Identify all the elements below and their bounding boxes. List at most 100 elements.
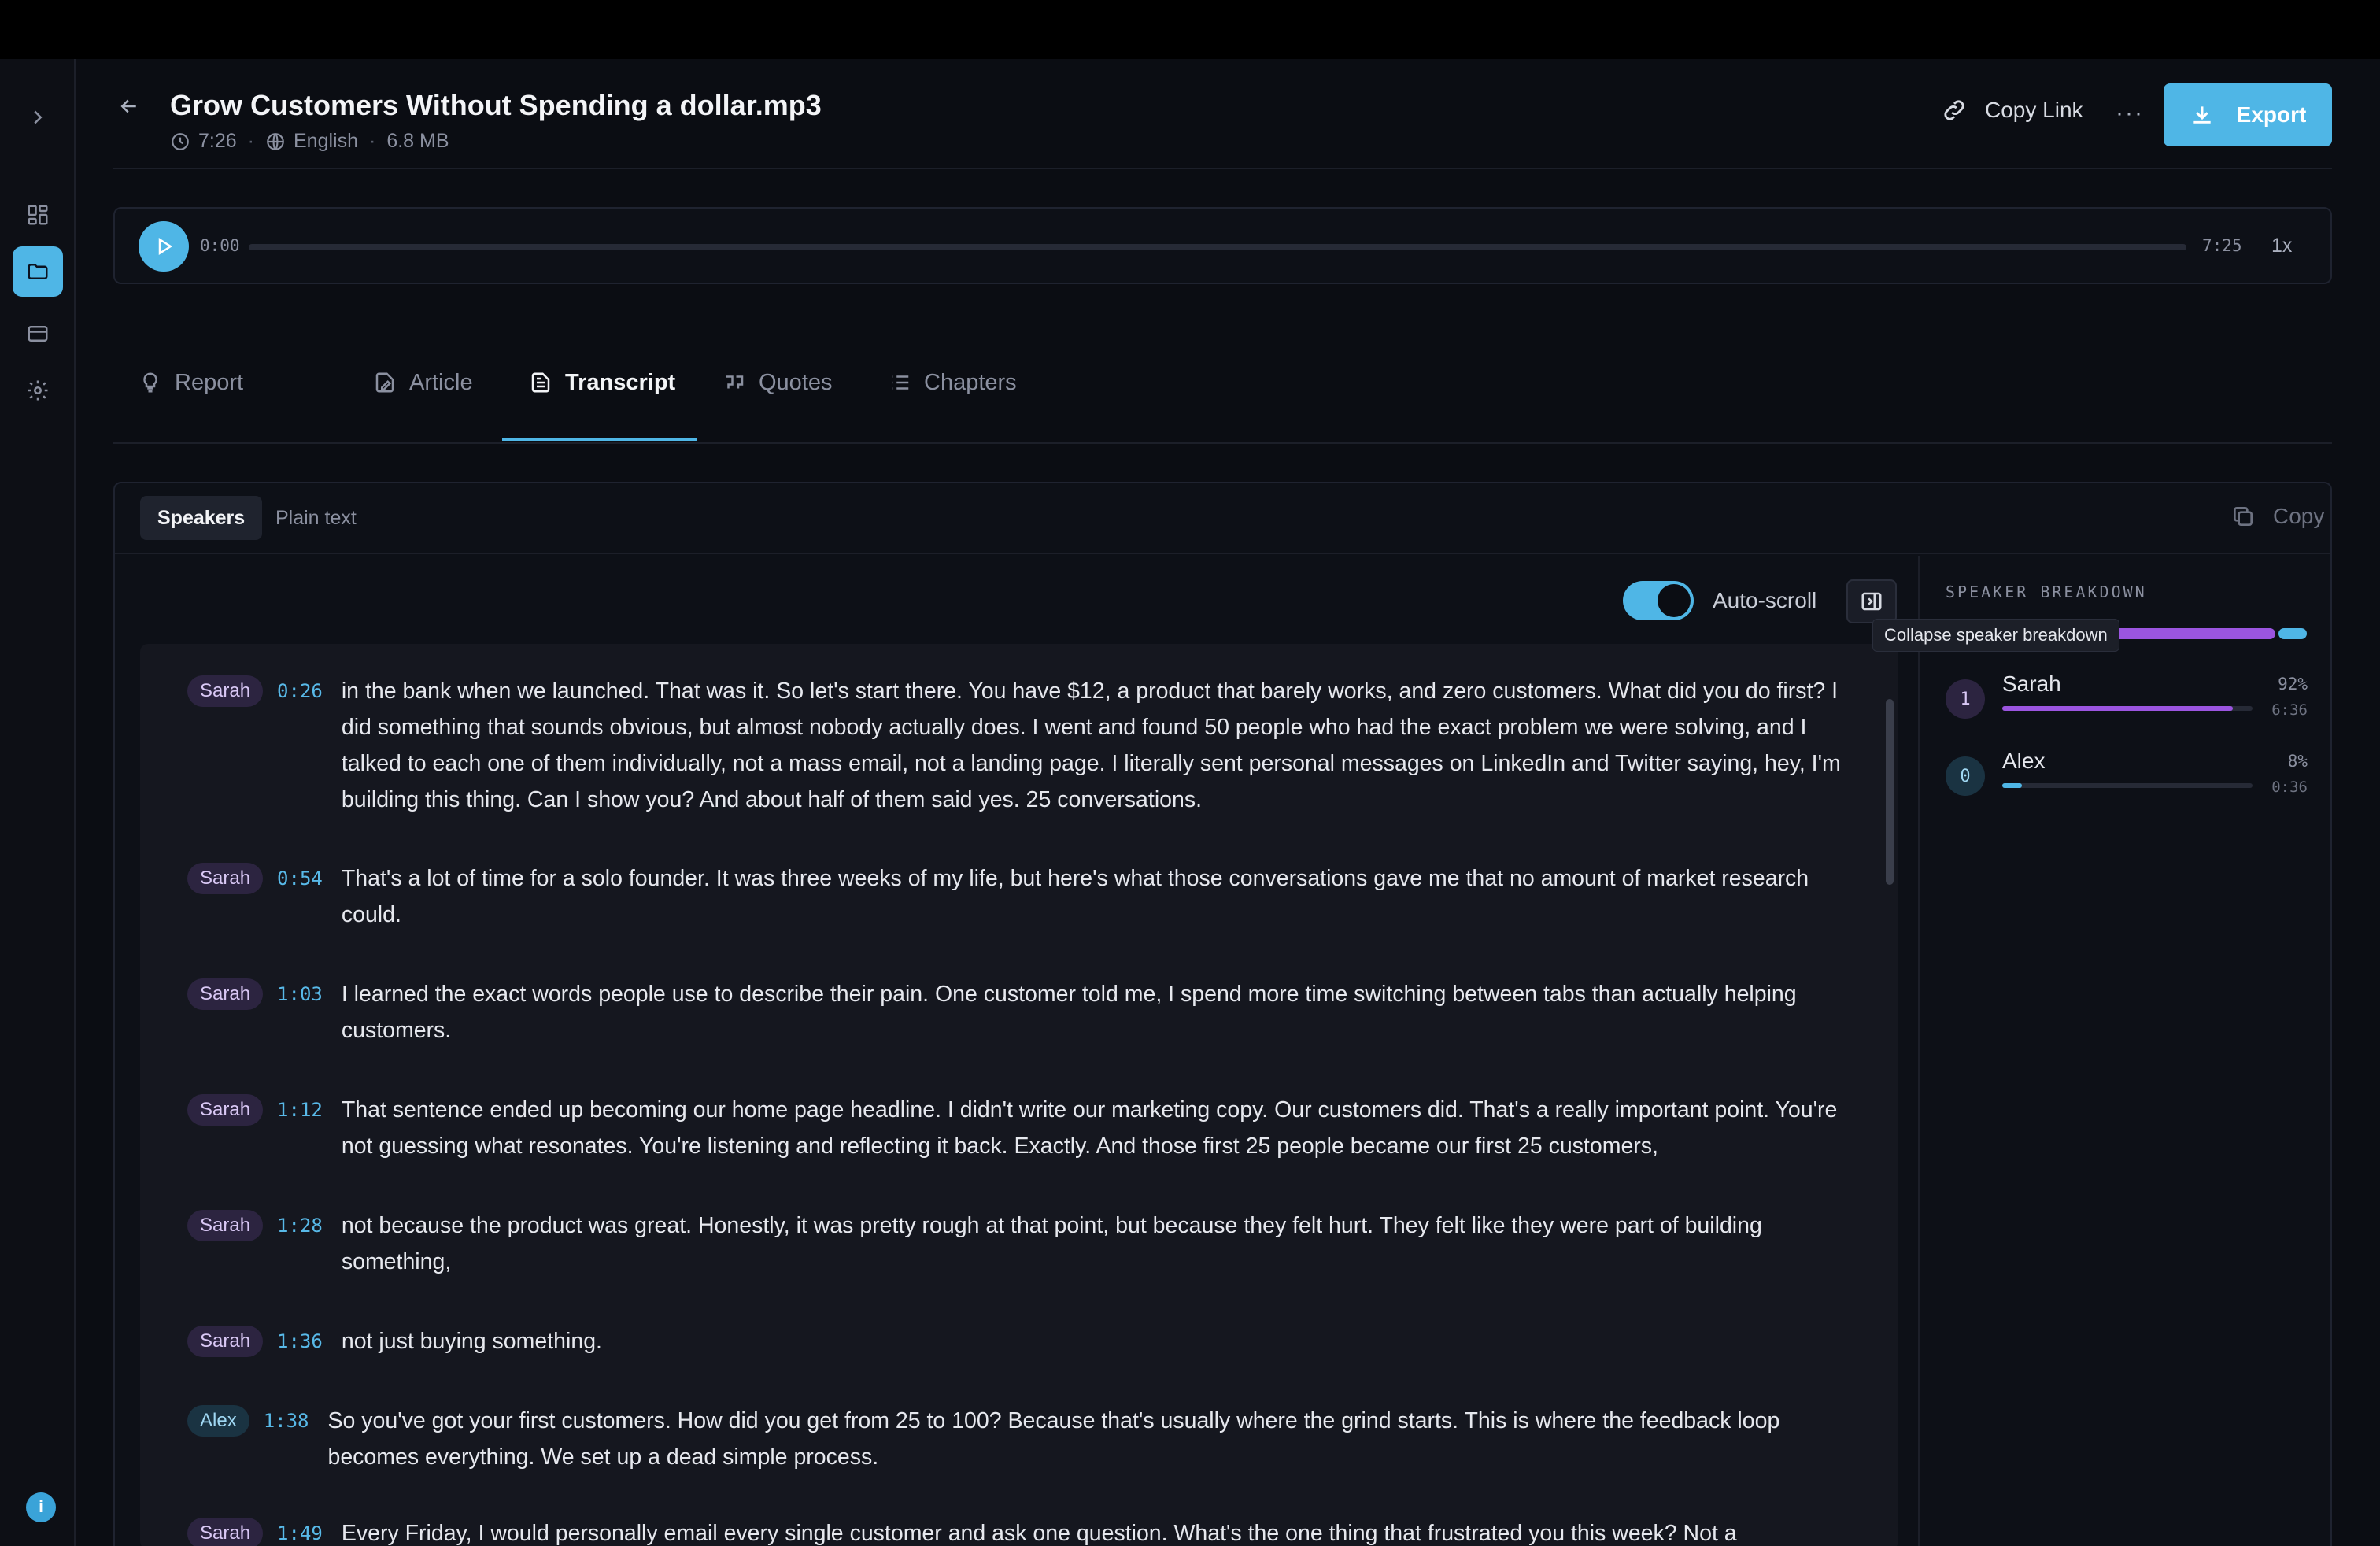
segment-timestamp[interactable]: 1:12 xyxy=(277,1094,323,1126)
sidebar: i xyxy=(0,59,76,1546)
tab-report-label: Report xyxy=(175,369,244,395)
transcript-segment[interactable]: Sarah 1:36 not just buying something. xyxy=(187,1326,1856,1359)
content-tabs: Report Article Transcript Quotes Chapter… xyxy=(113,323,2332,444)
auto-scroll-toggle[interactable] xyxy=(1623,581,1694,620)
globe-icon xyxy=(267,132,284,150)
expand-sidebar-icon[interactable] xyxy=(13,92,63,142)
view-plain-text[interactable]: Plain text xyxy=(258,496,374,540)
speaker-badge: Sarah xyxy=(187,863,264,894)
segment-timestamp[interactable]: 1:36 xyxy=(277,1326,323,1357)
transcript-segment[interactable]: Sarah 1:49 Every Friday, I would personall… xyxy=(187,1518,1856,1546)
file-duration: 7:26 xyxy=(198,130,237,152)
tab-chapters-label: Chapters xyxy=(924,369,1017,395)
speaker-percent: 8% xyxy=(2287,752,2308,771)
transcript-panel: Speakers Plain text Copy Auto-scroll Col… xyxy=(113,482,2332,1546)
copy-link-button[interactable]: Copy Link xyxy=(1941,97,2083,124)
transcript-list[interactable]: Sarah 0:26 in the bank when we launched. T… xyxy=(140,644,1898,1546)
file-size: 6.8 MB xyxy=(386,130,449,152)
alex-share-segment xyxy=(2278,628,2308,639)
segment-timestamp[interactable]: 1:38 xyxy=(264,1405,309,1437)
copy-label: Copy xyxy=(2273,504,2325,528)
settings-icon[interactable] xyxy=(13,365,63,416)
segment-text: not just buying something. xyxy=(341,1329,602,1354)
collapse-panel-button[interactable] xyxy=(1846,579,1897,623)
speaker-badge: Sarah xyxy=(187,1094,264,1126)
speaker-badge: Sarah xyxy=(187,978,264,1010)
export-button[interactable]: Export xyxy=(2164,83,2332,146)
header-divider xyxy=(113,168,2332,169)
tab-quotes-label: Quotes xyxy=(759,369,833,395)
segment-timestamp[interactable]: 1:28 xyxy=(277,1210,323,1241)
view-speakers[interactable]: Speakers xyxy=(140,496,263,540)
file-meta: 7:26 · English · 6.8 MB xyxy=(170,130,449,153)
segment-text: So you've got your first customers. How … xyxy=(327,1408,1780,1470)
segment-timestamp[interactable]: 0:54 xyxy=(277,863,323,894)
segment-text: Every Friday, I would personally email e… xyxy=(341,1521,1737,1546)
play-icon xyxy=(158,237,173,256)
article-icon xyxy=(375,372,394,393)
speaker-row[interactable]: 0 Alex 8% 0:36 xyxy=(1946,749,2308,812)
window-top-bar xyxy=(0,0,2380,59)
tab-chapters[interactable]: Chapters xyxy=(888,323,1017,442)
lightbulb-icon xyxy=(143,372,157,393)
transcript-scrollbar[interactable] xyxy=(1886,699,1894,885)
play-button[interactable] xyxy=(139,221,189,272)
info-icon[interactable]: i xyxy=(26,1492,56,1522)
speaker-name: Sarah xyxy=(2002,671,2061,696)
speaker-duration: 0:36 xyxy=(2271,779,2308,796)
transcript-segment[interactable]: Sarah 0:26 in the bank when we launched. T… xyxy=(187,675,1856,818)
segment-timestamp[interactable]: 1:03 xyxy=(277,978,323,1010)
speaker-breakdown: SPEAKER BREAKDOWN 1 Sarah 92% 6:36 0 Ale… xyxy=(1920,556,2330,1546)
copy-icon xyxy=(2234,507,2252,526)
copy-transcript-button[interactable]: Copy xyxy=(2230,504,2324,529)
meta-separator: · xyxy=(369,130,376,152)
seek-bar[interactable] xyxy=(249,244,2186,250)
copy-link-label: Copy Link xyxy=(1985,98,2083,122)
transcript-area: Auto-scroll Collapse speaker breakdown S… xyxy=(115,556,2119,1546)
billing-icon[interactable] xyxy=(13,309,63,359)
meta-separator: · xyxy=(247,130,254,152)
transcript-segment[interactable]: Sarah 1:12 That sentence ended up becoming… xyxy=(187,1094,1856,1164)
dashboard-icon[interactable] xyxy=(13,190,63,240)
folder-icon[interactable] xyxy=(13,246,63,297)
segment-timestamp[interactable]: 0:26 xyxy=(277,675,323,707)
speaker-badge: Sarah xyxy=(187,1326,264,1357)
speaker-name: Alex xyxy=(2002,749,2046,773)
download-icon xyxy=(2193,106,2211,124)
tab-report[interactable]: Report xyxy=(139,323,243,442)
back-arrow-icon[interactable] xyxy=(113,91,145,122)
current-time: 0:00 xyxy=(200,236,240,255)
audio-player: 0:00 7:25 1x xyxy=(113,207,2332,284)
speaker-share-track xyxy=(2002,783,2252,788)
tab-article-label: Article xyxy=(409,369,473,395)
segment-text: I learned the exact words people use to … xyxy=(341,982,1797,1043)
speaker-share-fill xyxy=(2002,706,2233,711)
speaker-badge: Sarah xyxy=(187,675,264,707)
speaker-row[interactable]: 1 Sarah 92% 6:36 xyxy=(1946,671,2308,734)
panel-collapse-icon xyxy=(1861,592,1882,611)
speaker-number: 0 xyxy=(1946,756,1985,796)
transcript-segment[interactable]: Sarah 1:28 not because the product was gre… xyxy=(187,1210,1856,1280)
speaker-share-track xyxy=(2002,706,2252,711)
tab-transcript-label: Transcript xyxy=(565,369,676,395)
tab-article[interactable]: Article xyxy=(373,323,473,442)
transcript-panel-header: Speakers Plain text Copy xyxy=(115,483,2330,554)
quote-icon xyxy=(726,375,744,389)
active-tab-indicator xyxy=(502,438,697,441)
segment-timestamp[interactable]: 1:49 xyxy=(277,1518,323,1546)
toggle-knob xyxy=(1658,584,1691,617)
transcript-segment[interactable]: Sarah 0:54 That's a lot of time for a solo… xyxy=(187,863,1856,933)
segment-text: That sentence ended up becoming our home… xyxy=(341,1097,1838,1159)
transcript-segment[interactable]: Alex 1:38 So you've got your first custome… xyxy=(187,1405,1856,1475)
speaker-duration: 6:36 xyxy=(2271,701,2308,719)
speaker-number: 1 xyxy=(1946,679,1985,719)
playback-speed[interactable]: 1x xyxy=(2271,235,2292,257)
transcript-segment[interactable]: Sarah 1:03 I learned the exact words peopl… xyxy=(187,978,1856,1049)
more-options-icon[interactable]: ··· xyxy=(2116,100,2144,127)
segment-text: That's a lot of time for a solo founder.… xyxy=(341,866,1809,927)
speaker-badge: Sarah xyxy=(187,1210,264,1241)
auto-scroll-label: Auto-scroll xyxy=(1713,588,1817,612)
speaker-breakdown-title: SPEAKER BREAKDOWN xyxy=(1946,583,2147,601)
tab-transcript[interactable]: Transcript xyxy=(529,323,675,442)
tab-quotes[interactable]: Quotes xyxy=(722,323,833,442)
